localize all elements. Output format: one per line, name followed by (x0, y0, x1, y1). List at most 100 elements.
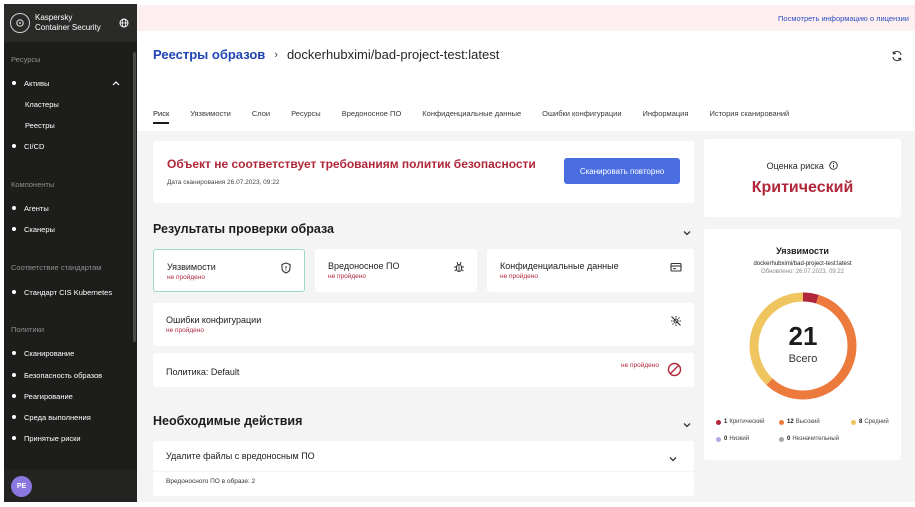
brand-line-2: Container Security (35, 23, 101, 32)
sidebar-item-label: CI/CD (24, 141, 45, 151)
bullet-icon (12, 394, 16, 398)
license-banner: Посмотреть информацию о лицензии (137, 5, 915, 31)
tab-information[interactable]: Информация (643, 109, 689, 124)
sidebar-item-cicd[interactable]: CI/CD (4, 139, 134, 153)
prohibited-icon (667, 362, 682, 377)
sidebar-section-components: Компоненты (11, 180, 55, 189)
legend-count: 12 (787, 419, 794, 425)
tab-scan-history[interactable]: История сканирований (709, 109, 789, 124)
sidebar-item-response[interactable]: Реагирование (4, 389, 134, 403)
tab-resources[interactable]: Ресурсы (291, 109, 321, 124)
info-icon[interactable] (829, 161, 839, 172)
sidebar-item-runtime[interactable]: Среда выполнения (4, 410, 134, 424)
vuln-summary-title: Уязвимости (776, 246, 829, 256)
brand-line-1: Kaspersky (35, 13, 73, 22)
tab-misconfigurations[interactable]: Ошибки конфигурации (542, 109, 621, 124)
license-info-link[interactable]: Посмотреть информацию о лицензии (778, 14, 909, 23)
sidebar-item-label: Стандарт CIS Kubernetes (24, 287, 113, 297)
result-malware[interactable]: Вредоносное ПО не пройдено (315, 249, 477, 292)
result-status: не пройдено (328, 273, 367, 280)
bullet-icon (12, 206, 16, 210)
sidebar-item-agents[interactable]: Агенты (4, 201, 134, 215)
tab-risk[interactable]: Риск (153, 109, 170, 124)
vuln-summary-updated: Обновлено: 26.07.2023, 09:22 (760, 269, 844, 275)
results-section-title: Результаты проверки образа (153, 222, 334, 236)
chevron-down-icon[interactable] (682, 225, 692, 236)
sidebar-item-label: Реагирование (24, 391, 73, 401)
legend-high: 12 Высокий (779, 419, 820, 425)
sidebar-scrollbar[interactable] (133, 52, 136, 342)
gear-off-icon (670, 314, 682, 326)
legend-dot (716, 419, 721, 425)
sidebar-item-label: Кластеры (25, 99, 59, 109)
breadcrumb: Реестры образов › dockerhubximi/bad-proj… (153, 47, 499, 62)
tab-malware[interactable]: Вредоносное ПО (342, 109, 402, 124)
sidebar-footer: PE (4, 470, 137, 502)
action-remove-malware[interactable]: Удалите файлы с вредоносным ПО (153, 441, 694, 471)
chevron-down-icon[interactable] (668, 451, 678, 462)
result-name: Конфиденциальные данные (500, 261, 619, 271)
compliance-alert: Объект не соответствует требованиям поли… (153, 141, 694, 203)
malware-count: Вредоносного ПО в образе: 2 (166, 478, 256, 485)
sidebar-item-label: Принятые риски (24, 433, 81, 443)
tab-layers[interactable]: Слои (252, 109, 270, 124)
sidebar-item-accepted-risks[interactable]: Принятые риски (4, 431, 134, 445)
result-misconfigurations[interactable]: Ошибки конфигурации не пройдено (153, 303, 694, 346)
card-icon (670, 260, 682, 272)
result-status: не пройдено (167, 274, 206, 281)
chevron-up-icon[interactable] (112, 79, 120, 88)
avatar[interactable]: PE (11, 476, 32, 497)
legend-count: 0 (787, 436, 791, 442)
legend-negligible: 0 Незначительный (779, 436, 839, 442)
sidebar-item-label: Активы (24, 78, 50, 88)
result-sensitive-data[interactable]: Конфиденциальные данные не пройдено (487, 249, 694, 292)
sidebar-item-clusters[interactable]: Кластеры (4, 97, 134, 111)
sidebar-section-resources: Ресурсы (11, 55, 41, 64)
legend-label: Низкий (729, 436, 750, 442)
policy-name: Политика: Default (166, 367, 240, 377)
result-policy[interactable]: Политика: Default не пройдено (153, 353, 694, 387)
sidebar-section-policies: Политики (11, 325, 45, 334)
bullet-icon (12, 436, 16, 440)
legend-label: Незначительный (792, 436, 840, 442)
bullet-icon (12, 290, 16, 294)
sidebar-item-label: Агенты (24, 203, 49, 213)
chevron-down-icon[interactable] (682, 417, 692, 428)
sidebar-item-cis[interactable]: Стандарт CIS Kubernetes (4, 285, 134, 299)
vuln-total: 21 (788, 321, 818, 351)
globe-icon[interactable] (117, 16, 131, 30)
legend-label: Средний (864, 419, 889, 425)
legend-critical: 1 Критический (716, 419, 764, 425)
legend-count: 1 (724, 419, 728, 425)
refresh-icon[interactable] (891, 49, 903, 62)
legend-low: 0 Низкий (716, 436, 749, 442)
sidebar-item-image-security[interactable]: Безопасность образов (4, 368, 134, 382)
result-vulnerabilities[interactable]: Уязвимости не пройдено (153, 249, 305, 292)
tab-vulnerabilities[interactable]: Уязвимости (190, 109, 231, 124)
main-content: Реестры образов › dockerhubximi/bad-proj… (137, 31, 915, 502)
risk-score-label: Оценка риска (704, 161, 901, 172)
action-title: Удалите файлы с вредоносным ПО (166, 451, 315, 461)
breadcrumb-registries-link[interactable]: Реестры образов (153, 47, 265, 62)
chevron-right-icon: › (274, 48, 278, 61)
legend-label: Высокий (795, 419, 820, 425)
vuln-total-label: Всего (788, 353, 818, 365)
bullet-icon (12, 351, 16, 355)
legend-dot (716, 436, 721, 442)
rescan-button[interactable]: Сканировать повторно (564, 158, 680, 184)
sidebar-item-registries[interactable]: Реестры (4, 118, 134, 132)
sidebar-item-assets[interactable]: Активы (4, 76, 134, 90)
sidebar-item-label: Сканеры (24, 224, 55, 234)
sidebar: Kaspersky Container Security Ресурсы Акт… (4, 4, 137, 502)
brand-name: Kaspersky Container Security (35, 13, 117, 33)
result-status: не пройдено (166, 327, 205, 334)
tab-bar: Риск Уязвимости Слои Ресурсы Вредоносное… (153, 109, 810, 124)
bullet-icon (12, 144, 16, 148)
kaspersky-logo-icon[interactable] (10, 13, 30, 33)
tab-sensitive-data[interactable]: Конфиденциальные данные (422, 109, 521, 124)
result-name: Ошибки конфигурации (166, 315, 262, 325)
sidebar-item-scanners[interactable]: Сканеры (4, 222, 134, 236)
legend-count: 8 (859, 419, 863, 425)
result-name: Уязвимости (167, 262, 216, 272)
sidebar-item-scanning[interactable]: Сканирование (4, 346, 134, 360)
